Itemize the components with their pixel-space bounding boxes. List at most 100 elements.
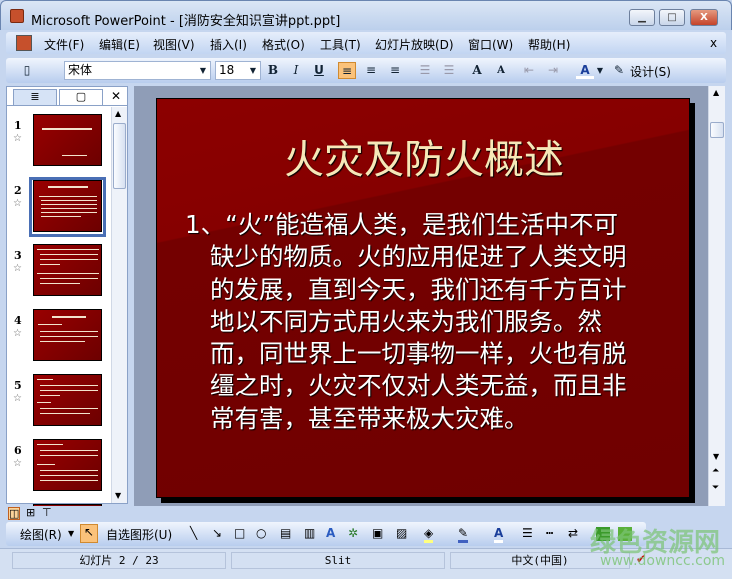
slide-number: 5 (14, 379, 22, 392)
document-icon[interactable] (16, 35, 32, 51)
bold-button[interactable]: B (264, 62, 282, 79)
menu-edit[interactable]: 编辑(E) (99, 36, 140, 53)
tab-outline[interactable]: ≣ (13, 89, 57, 105)
body-line: 1、“火”能造福人类，是我们生活中不可 (185, 210, 618, 239)
vertical-textbox-icon[interactable]: ▥ (304, 526, 315, 540)
body-line: 的发展，直到今天，我们还有千方百计 (210, 274, 627, 304)
menu-help[interactable]: 帮助(H) (528, 36, 570, 53)
slide-number: 3 (14, 249, 22, 262)
chevron-down-icon[interactable]: ▼ (196, 62, 210, 79)
clipart-icon[interactable]: ▣ (372, 526, 383, 540)
autoshapes-menu-button[interactable]: 自选图形(U) (106, 526, 172, 543)
slide-thumbnail-2[interactable] (33, 180, 102, 232)
new-document-icon[interactable]: ▯ (18, 62, 36, 79)
slide-editing-area: 火灾及防火概述 1、“火”能造福人类，是我们生活中不可 缺少的物质。火的应用促进… (134, 86, 708, 506)
slide-counter: 幻灯片 2 / 23 (12, 552, 226, 569)
arrow-tool-icon[interactable]: ↘ (212, 526, 222, 540)
body-line: 缺少的物质。火的应用促进了人类文明 (210, 242, 627, 272)
slide-thumbnail-1[interactable] (33, 114, 102, 166)
slide-number: 1 (14, 119, 22, 132)
formatting-toolbar: ▯ 宋体 ▼ 18 ▼ B I U ≡ ≡ ≡ ☰ ☰ A A ⇤ ⇥ A ▼ … (6, 58, 726, 83)
decrease-indent-icon[interactable]: ⇤ (520, 62, 538, 79)
normal-view-button[interactable]: ◫ (8, 507, 21, 520)
scroll-up-icon[interactable]: ▲ (713, 88, 719, 97)
body-line: 而，同世界上一切事物一样，火也有脱 (210, 339, 627, 369)
star-icon: ☆ (13, 198, 22, 209)
increase-font-icon[interactable]: A (468, 62, 486, 79)
menu-close-button[interactable]: x (710, 36, 717, 50)
align-left-button[interactable]: ≡ (338, 62, 356, 79)
underline-button[interactable]: U (310, 62, 328, 79)
design-button[interactable]: 设计(S) (630, 63, 671, 80)
chevron-down-icon: ▼ (68, 529, 75, 538)
design-icon: ✎ (613, 63, 625, 77)
slide-thumbnail-3[interactable] (33, 244, 102, 296)
font-name-select[interactable]: 宋体 (64, 61, 211, 80)
bullets-icon[interactable]: ☰ (440, 62, 458, 79)
wordart-icon[interactable]: A (326, 526, 335, 540)
menu-bar: 文件(F) 编辑(E) 视图(V) 插入(I) 格式(O) 工具(T) 幻灯片放… (6, 32, 726, 54)
oval-tool-icon[interactable]: ○ (256, 526, 266, 540)
menu-file[interactable]: 文件(F) (44, 36, 84, 53)
slides-pane-scrollbar[interactable]: ▲ ▼ (111, 107, 127, 503)
menu-tools[interactable]: 工具(T) (320, 36, 361, 53)
close-button[interactable]: X (690, 9, 718, 26)
menu-insert[interactable]: 插入(I) (210, 36, 247, 53)
minimize-button[interactable]: ▁ (629, 9, 655, 26)
slide-thumbnail-5[interactable] (33, 374, 102, 426)
scrollbar-thumb[interactable] (113, 123, 126, 189)
star-icon: ☆ (13, 458, 22, 469)
current-slide[interactable]: 火灾及防火概述 1、“火”能造福人类，是我们生活中不可 缺少的物质。火的应用促进… (156, 98, 690, 498)
draw-menu-button[interactable]: 绘图(R) (20, 526, 62, 543)
tab-slides[interactable]: ▢ (59, 89, 103, 105)
rectangle-tool-icon[interactable]: □ (234, 526, 245, 540)
line-style-icon[interactable]: ☰ (522, 526, 533, 540)
textbox-tool-icon[interactable]: ▤ (280, 526, 291, 540)
scrollbar-thumb[interactable] (710, 122, 724, 138)
increase-indent-icon[interactable]: ⇥ (544, 62, 562, 79)
picture-icon[interactable]: ▨ (396, 526, 407, 540)
scroll-down-icon[interactable]: ▼ (713, 452, 719, 461)
select-pointer-button[interactable]: ↖ (80, 524, 98, 543)
numbering-icon[interactable]: ☰ (416, 62, 434, 79)
slide-thumbnail-6[interactable] (33, 439, 102, 491)
next-slide-icon[interactable]: ⏷ (712, 484, 719, 493)
slide-thumbnail-4[interactable] (33, 309, 102, 361)
align-right-button[interactable]: ≡ (386, 62, 404, 79)
menu-view[interactable]: 视图(V) (153, 36, 195, 53)
previous-slide-icon[interactable]: ⏶ (712, 467, 719, 476)
line-tool-icon[interactable]: ╲ (190, 526, 197, 540)
slide-title[interactable]: 火灾及防火概述 (157, 127, 691, 185)
decrease-font-icon[interactable]: A (492, 62, 510, 79)
design-template-name: Slit (231, 552, 445, 569)
menu-slideshow[interactable]: 幻灯片放映(D) (375, 36, 454, 53)
chevron-down-icon[interactable]: ▼ (591, 62, 609, 79)
scroll-down-icon[interactable]: ▼ (115, 491, 121, 500)
chevron-down-icon[interactable]: ▼ (246, 62, 260, 79)
line-color-icon[interactable]: ✎ (458, 526, 469, 543)
panel-close-button[interactable]: ✕ (111, 89, 121, 103)
italic-button[interactable]: I (287, 62, 305, 79)
slide-body-text[interactable]: 1、“火”能造福人类，是我们生活中不可 缺少的物质。火的应用促进了人类文明 的发… (185, 209, 675, 435)
slide-scrollbar[interactable]: ▲ ▼ ⏶ ⏷ (708, 86, 725, 506)
body-line: 缰之时，火灾不仅对人类无益，而且非 (210, 371, 627, 401)
slide-number: 6 (14, 444, 22, 457)
align-center-button[interactable]: ≡ (362, 62, 380, 79)
fill-color-icon[interactable]: ◈ (424, 526, 434, 543)
slides-pane: ≣ ▢ ✕ 1 ☆ 2 ☆ 3 ☆ 4 ☆ 5 ☆ 6 ☆ ▲ ▼ (6, 86, 128, 506)
body-line: 常有害，甚至带来极大灾难。 (210, 403, 529, 433)
diagram-icon[interactable]: ✲ (348, 526, 358, 540)
slide-sorter-view-button[interactable]: ⊞ (26, 507, 35, 518)
arrow-style-icon[interactable]: ⇄ (568, 526, 578, 540)
dash-style-icon[interactable]: ┅ (546, 526, 553, 540)
font-color-icon[interactable]: A (494, 526, 504, 543)
powerpoint-app-icon[interactable] (10, 9, 24, 23)
star-icon: ☆ (13, 263, 22, 274)
slideshow-view-button[interactable]: ⊤ (42, 507, 52, 518)
scroll-up-icon[interactable]: ▲ (115, 109, 121, 118)
star-icon: ☆ (13, 133, 22, 144)
drawing-toolbar: 绘图(R) ▼ ↖ 自选图形(U) ╲ ↘ □ ○ ▤ ▥ A ✲ ▣ ▨ ◈ … (6, 522, 646, 546)
maximize-button[interactable]: □ (659, 9, 685, 26)
menu-format[interactable]: 格式(O) (262, 36, 305, 53)
menu-window[interactable]: 窗口(W) (468, 36, 513, 53)
